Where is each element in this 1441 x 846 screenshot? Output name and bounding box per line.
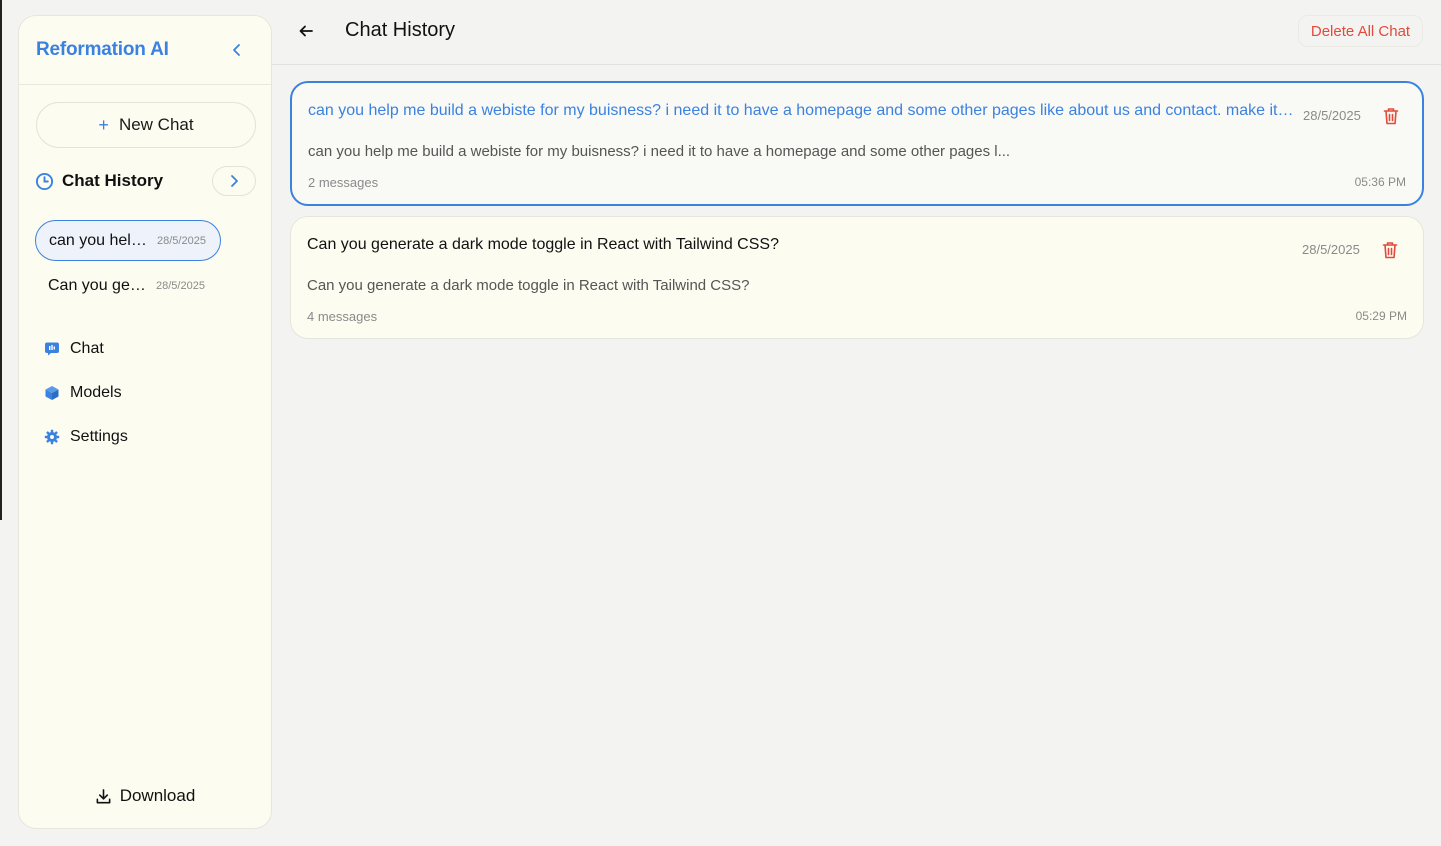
plus-icon: +: [98, 114, 109, 135]
gear-icon: [44, 429, 60, 445]
chat-history-title: Chat History: [62, 171, 164, 190]
download-button[interactable]: Download: [19, 786, 271, 806]
history-item[interactable]: Can you ge… 28/5/2025: [35, 265, 221, 306]
window-edge: [0, 0, 2, 520]
download-icon: [96, 788, 111, 803]
chat-card-preview: can you help me build a webiste for my b…: [308, 143, 1011, 160]
cube-icon: [45, 386, 59, 400]
open-chat-history-button[interactable]: [212, 166, 256, 196]
trash-icon: [1382, 242, 1398, 259]
delete-chat-button[interactable]: [1379, 239, 1401, 261]
chat-card-message-count: 4 messages: [307, 309, 378, 324]
header-divider: [272, 64, 1441, 65]
history-item-date: 28/5/2025: [157, 234, 206, 247]
history-item[interactable]: can you hel… 28/5/2025: [35, 220, 221, 261]
nav-item-models[interactable]: Models: [44, 381, 122, 405]
history-item-date: 28/5/2025: [156, 279, 205, 292]
new-chat-button[interactable]: + New Chat: [36, 102, 256, 148]
chat-bubble-icon: [45, 342, 59, 356]
chat-history-section-header: Chat History: [35, 166, 256, 196]
chat-card-time: 05:36 PM: [1354, 175, 1406, 189]
history-item-title: Can you ge…: [48, 276, 146, 294]
brand-logo-text: Reformation AI: [36, 39, 169, 60]
collapse-sidebar-button[interactable]: [225, 38, 249, 62]
chat-card-message-count: 2 messages: [308, 175, 379, 190]
nav-item-label: Settings: [70, 428, 128, 445]
delete-chat-button[interactable]: [1380, 105, 1402, 127]
chat-card-time: 05:29 PM: [1355, 309, 1407, 323]
clock-icon: [35, 172, 54, 190]
chat-card-preview: Can you generate a dark mode toggle in R…: [307, 277, 750, 294]
sidebar-header: Reformation AI: [19, 16, 271, 85]
nav-item-chat[interactable]: Chat: [44, 337, 104, 361]
chat-card-date: 28/5/2025: [1302, 242, 1360, 257]
chevron-right-icon: [231, 175, 238, 187]
back-button[interactable]: [290, 15, 322, 47]
arrow-left-icon: [299, 25, 313, 37]
new-chat-label: New Chat: [118, 115, 194, 134]
chat-card-title: can you help me build a webiste for my b…: [308, 102, 1294, 119]
chevron-left-icon: [233, 44, 240, 56]
chat-card[interactable]: Can you generate a dark mode toggle in R…: [290, 216, 1424, 339]
chat-card-title: Can you generate a dark mode toggle in R…: [307, 236, 779, 253]
history-item-title: can you hel…: [49, 231, 147, 249]
chat-card-date: 28/5/2025: [1303, 108, 1361, 123]
delete-all-chat-button[interactable]: Delete All Chat: [1298, 15, 1423, 47]
trash-icon: [1383, 108, 1399, 125]
nav-item-settings[interactable]: Settings: [44, 425, 128, 449]
page-title: Chat History: [345, 19, 456, 41]
nav-item-label: Chat: [70, 340, 104, 357]
chat-card[interactable]: can you help me build a webiste for my b…: [290, 81, 1424, 206]
sidebar: Reformation AI + New Chat Chat History c…: [18, 15, 272, 829]
nav-item-label: Models: [70, 384, 122, 401]
download-label: Download: [119, 786, 196, 805]
